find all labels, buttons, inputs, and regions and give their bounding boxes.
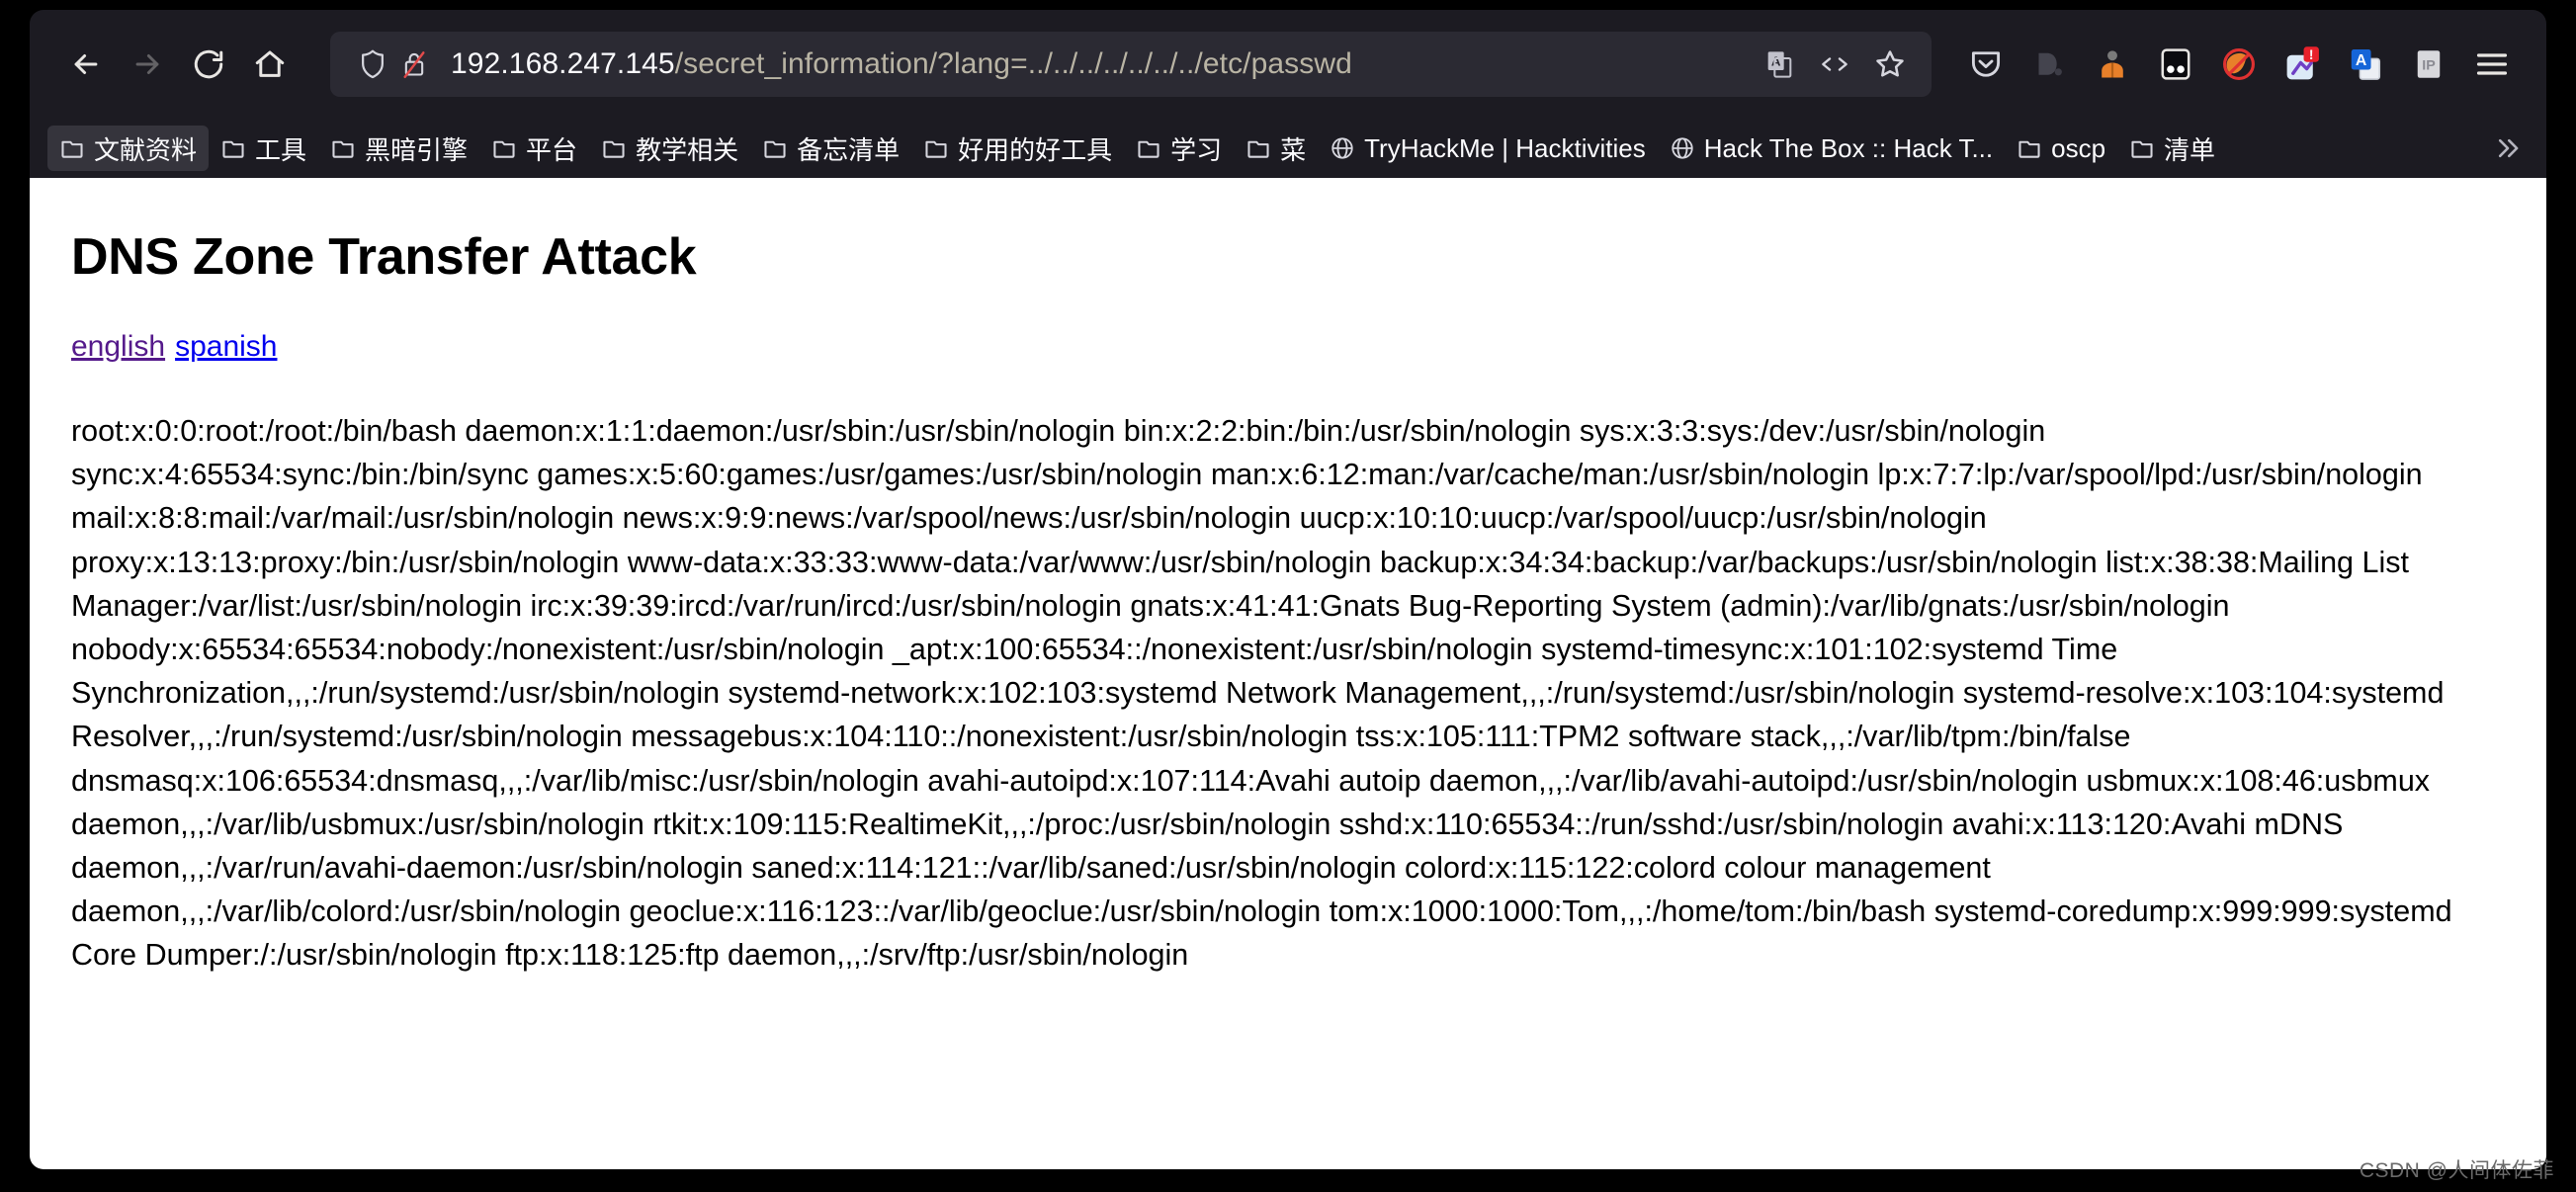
folder-icon: [764, 140, 786, 158]
browser-chrome: 192.168.247.145/secret_information/?lang…: [30, 10, 2546, 178]
bookmark-label: 文献资料: [94, 134, 198, 165]
bookmark-label: 备忘清单: [797, 134, 901, 165]
bookmark-item[interactable]: TryHackMe | Hacktivities: [1318, 126, 1658, 171]
back-button[interactable]: [55, 34, 117, 95]
bookmark-item[interactable]: 教学相关: [589, 126, 750, 171]
app-menu-icon[interactable]: [2463, 36, 2521, 93]
forward-button[interactable]: [117, 34, 178, 95]
bookmark-item[interactable]: 工具: [209, 126, 318, 171]
star-icon[interactable]: [1864, 39, 1916, 90]
bookmark-label: Hack The Box :: Hack T...: [1703, 132, 1994, 163]
svg-text:A: A: [2356, 52, 2367, 69]
folder-icon: [603, 140, 625, 158]
bookmark-label: 清单: [2164, 134, 2216, 165]
globe-icon: [1331, 137, 1353, 159]
bookmarks-toolbar: 文献资料 工具 黑暗引擎 平台 教学相关 备忘清单 好用的好工具 学习 菜 TryHackMe |…: [30, 119, 2546, 178]
bookmarks-overflow-button[interactable]: [2483, 126, 2533, 171]
toolbar-extensions: ! A IP: [1957, 36, 2521, 93]
folder-icon: [61, 140, 83, 158]
globe-icon: [1672, 137, 1693, 159]
link-spanish[interactable]: spanish: [175, 330, 277, 363]
bookmark-item[interactable]: 平台: [479, 126, 589, 171]
page-content: DNS Zone Transfer Attack english spanish …: [30, 178, 2546, 1169]
folder-icon: [1138, 140, 1159, 158]
sharex-icon[interactable]: !: [2274, 36, 2331, 93]
svg-text:A: A: [1771, 53, 1781, 68]
bookmark-label: 菜: [1280, 134, 1307, 165]
bookmark-item[interactable]: 清单: [2117, 126, 2227, 171]
bookmark-item[interactable]: Hack The Box :: Hack T...: [1658, 126, 2005, 171]
address-bar[interactable]: 192.168.247.145/secret_information/?lang…: [330, 32, 1932, 97]
url-path: /secret_information/?lang=../../../../..…: [674, 49, 1352, 79]
lock-crossed-icon[interactable]: [393, 43, 435, 85]
url-text[interactable]: 192.168.247.145/secret_information/?lang…: [451, 49, 1750, 79]
bookmark-item[interactable]: 文献资料: [47, 126, 210, 171]
language-links: english spanish: [71, 330, 2507, 364]
bookmark-label: 黑暗引擎: [365, 134, 469, 165]
csdn-watermark: CSDN @人间体佐菲: [2359, 1159, 2554, 1182]
folder-icon: [222, 140, 244, 158]
bookmark-label: 平台: [526, 134, 578, 165]
bookmark-item[interactable]: 好用的好工具: [911, 126, 1124, 171]
bookmark-label: 工具: [255, 134, 307, 165]
translate-extension-icon[interactable]: A: [2337, 36, 2394, 93]
navigation-toolbar: 192.168.247.145/secret_information/?lang…: [30, 10, 2546, 119]
goggles-icon[interactable]: [2147, 36, 2204, 93]
svg-text:!: !: [2309, 46, 2314, 62]
bookmark-label: 学习: [1170, 134, 1223, 165]
url-host: 192.168.247.145: [451, 49, 675, 79]
svg-text:IP: IP: [2422, 57, 2436, 73]
folder-icon: [332, 140, 354, 158]
bookmark-item[interactable]: oscp: [2005, 126, 2117, 171]
page-title: DNS Zone Transfer Attack: [71, 228, 697, 286]
bookmark-label: TryHackMe | Hacktivities: [1364, 132, 1646, 163]
foxyproxy-icon[interactable]: [2210, 36, 2268, 93]
bookmark-label: 教学相关: [636, 134, 739, 165]
pocket-icon[interactable]: [1957, 36, 2015, 93]
folder-icon: [2131, 140, 2153, 158]
folder-icon: [925, 140, 947, 158]
bookmark-item[interactable]: 备忘清单: [750, 126, 911, 171]
home-button[interactable]: [239, 34, 301, 95]
screenshot-root: 192.168.247.145/secret_information/?lang…: [0, 0, 2576, 1192]
folder-icon: [493, 140, 515, 158]
hacker-extension-icon[interactable]: [2084, 36, 2141, 93]
shield-icon[interactable]: [352, 43, 393, 85]
folder-icon: [1247, 140, 1269, 158]
folder-icon: [2018, 140, 2040, 158]
bookmark-label: 好用的好工具: [958, 134, 1113, 165]
bookmark-item[interactable]: 学习: [1124, 126, 1234, 171]
bookmark-item[interactable]: 黑暗引擎: [318, 126, 479, 171]
reload-button[interactable]: [178, 34, 239, 95]
bookmark-label: oscp: [2051, 132, 2106, 163]
ip-icon[interactable]: IP: [2400, 36, 2457, 93]
passwd-file-output: root:x:0:0:root:/root:/bin/bash daemon:x…: [71, 414, 2452, 973]
dashlane-icon[interactable]: [2020, 36, 2078, 93]
code-view-icon[interactable]: [1809, 39, 1860, 90]
translate-icon[interactable]: A: [1754, 39, 1805, 90]
link-english[interactable]: english: [71, 330, 165, 363]
bookmark-item[interactable]: 菜: [1234, 126, 1318, 171]
